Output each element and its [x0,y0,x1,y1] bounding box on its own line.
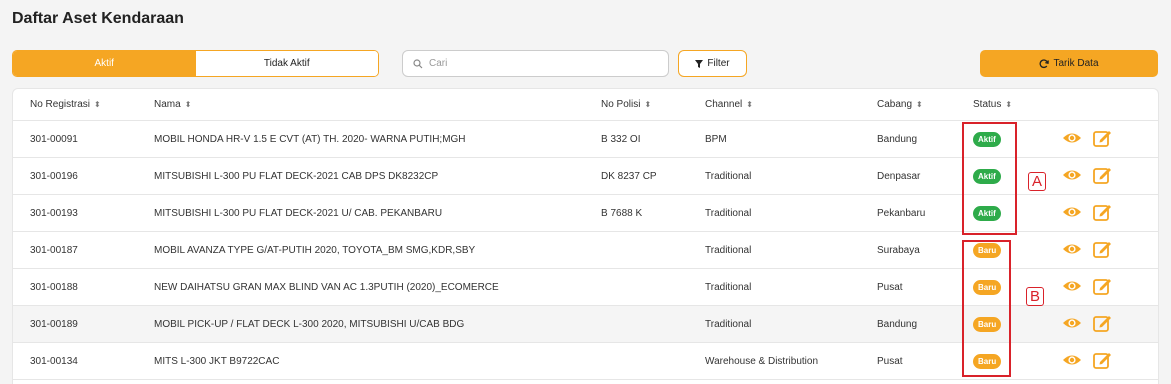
search-icon [413,58,423,68]
cell-channel: Traditional [705,282,752,293]
cell-channel: Warehouse & Distribution [705,356,819,367]
view-eye-icon[interactable] [1062,316,1082,330]
annotation-label-b: B [1026,287,1044,306]
cell-cabang: Surabaya [877,245,920,256]
filter-label: Filter [707,58,730,69]
sort-icon: ⬍ [746,100,753,109]
header-cabang[interactable]: Cabang ⬍ [877,99,923,110]
cell-no-polisi: B 7688 K [601,208,643,219]
tab-tidak-aktif[interactable]: Tidak Aktif [195,51,378,76]
cell-nama: MOBIL AVANZA TYPE G/AT-PUTIH 2020, TOYOT… [154,245,476,256]
view-eye-icon[interactable] [1062,353,1082,367]
header-label: Status [973,99,1002,110]
sort-icon: ⬍ [94,100,101,109]
annotation-label-a: A [1028,172,1046,191]
view-eye-icon[interactable] [1062,168,1082,182]
annotation-box-a [962,122,1017,235]
edit-icon[interactable] [1093,240,1113,258]
cell-no-registrasi: 301-00091 [30,134,78,145]
cell-cabang: Pekanbaru [877,208,926,219]
cell-cabang: Pusat [877,282,903,293]
edit-icon[interactable] [1093,314,1113,332]
cell-no-registrasi: 301-00188 [30,282,78,293]
cell-cabang: Pusat [877,356,903,367]
cell-no-registrasi: 301-00193 [30,208,78,219]
sort-icon: ⬍ [184,100,192,109]
cell-channel: BPM [705,134,727,145]
cell-nama: MITSUBISHI L-300 PU FLAT DECK-2021 U/ CA… [154,208,443,219]
cell-no-registrasi: 301-00187 [30,245,78,256]
header-label: Channel [705,99,743,110]
cell-nama: MOBIL HONDA HR-V 1.5 E CVT (AT) TH. 2020… [154,134,466,145]
edit-icon[interactable] [1093,351,1113,369]
header-label: No Polisi [601,99,641,110]
cell-nama: MITS L-300 JKT B9722CAC [154,356,280,367]
header-no-registrasi[interactable]: No Registrasi ⬍ [30,99,101,110]
table-header: No Registrasi ⬍ Nama ⬍ No Polisi ⬍ Channel ⬍… [13,89,1158,121]
filter-button[interactable]: Filter [678,50,747,77]
annotation-box-b [962,240,1011,377]
cell-cabang: Bandung [877,134,918,145]
tab-aktif[interactable]: Aktif [13,51,196,76]
cell-nama: MITSUBISHI L-300 PU FLAT DECK-2021 CAB D… [154,171,439,182]
status-tab-switch: Aktif Tidak Aktif [12,50,379,77]
header-channel[interactable]: Channel ⬍ [705,99,753,110]
cell-cabang: Bandung [877,319,918,330]
header-status[interactable]: Status ⬍ [973,99,1012,110]
edit-icon[interactable] [1093,129,1113,147]
cell-no-registrasi: 301-00189 [30,319,78,330]
edit-icon[interactable] [1093,277,1113,295]
cell-nama: MOBIL PICK-UP / FLAT DECK L-300 2020, MI… [154,319,465,330]
search-input[interactable] [429,58,649,69]
filter-icon [695,59,704,68]
edit-icon[interactable] [1093,203,1113,221]
cell-no-polisi: B 332 OI [601,134,641,145]
refresh-icon [1040,58,1050,68]
header-no-polisi[interactable]: No Polisi ⬍ [601,99,651,110]
view-eye-icon[interactable] [1062,205,1082,219]
header-nama[interactable]: Nama ⬍ [154,99,191,110]
search-box [402,50,669,77]
tarik-data-label: Tarik Data [1053,58,1099,69]
cell-channel: Traditional [705,319,752,330]
header-label: Nama [154,99,181,110]
cell-channel: Traditional [705,208,752,219]
sort-icon: ⬍ [644,100,652,109]
view-eye-icon[interactable] [1062,279,1082,293]
cell-no-polisi: DK 8237 CP [601,171,657,182]
sort-icon: ⬍ [1005,100,1013,109]
cell-channel: Traditional [705,245,752,256]
cell-cabang: Denpasar [877,171,921,182]
header-label: No Registrasi [30,99,91,110]
tarik-data-button[interactable]: Tarik Data [980,50,1158,77]
view-eye-icon[interactable] [1062,242,1082,256]
view-eye-icon[interactable] [1062,131,1082,145]
edit-icon[interactable] [1093,166,1113,184]
cell-channel: Traditional [705,171,752,182]
sort-icon: ⬍ [916,100,923,109]
page-title: Daftar Aset Kendaraan [12,10,184,27]
cell-nama: NEW DAIHATSU GRAN MAX BLIND VAN AC 1.3PU… [154,282,499,293]
header-label: Cabang [877,99,913,110]
cell-no-registrasi: 301-00134 [30,356,78,367]
cell-no-registrasi: 301-00196 [30,171,78,182]
